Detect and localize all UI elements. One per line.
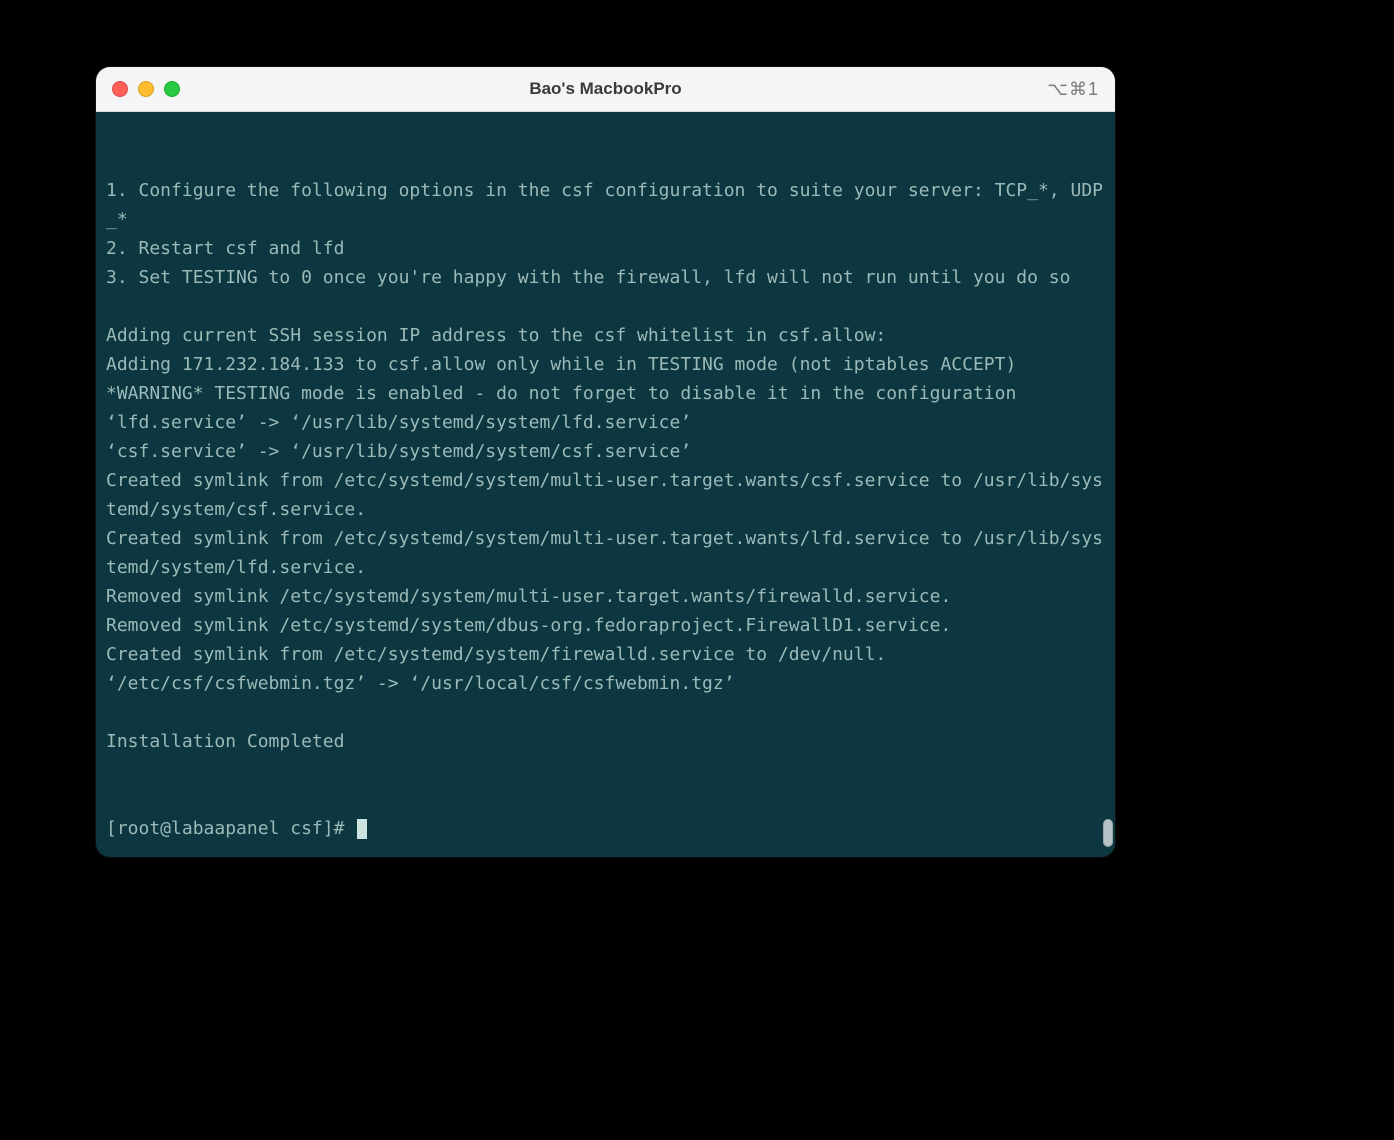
- titlebar: Bao's MacbookPro ⌥⌘1: [96, 67, 1115, 112]
- shortcut-hint: ⌥⌘1: [1047, 79, 1099, 100]
- terminal-body[interactable]: 1. Configure the following options in th…: [96, 112, 1115, 857]
- traffic-lights: [112, 81, 180, 97]
- cursor-icon: [357, 819, 367, 839]
- terminal-prompt-line[interactable]: [root@labaapanel csf]#: [106, 814, 1105, 843]
- close-icon[interactable]: [112, 81, 128, 97]
- terminal-output: 1. Configure the following options in th…: [106, 176, 1105, 756]
- fullscreen-icon[interactable]: [164, 81, 180, 97]
- window-title: Bao's MacbookPro: [96, 79, 1115, 99]
- terminal-window: Bao's MacbookPro ⌥⌘1 1. Configure the fo…: [96, 67, 1115, 857]
- minimize-icon[interactable]: [138, 81, 154, 97]
- scrollbar-thumb[interactable]: [1103, 819, 1113, 847]
- terminal-prompt: [root@labaapanel csf]#: [106, 818, 355, 839]
